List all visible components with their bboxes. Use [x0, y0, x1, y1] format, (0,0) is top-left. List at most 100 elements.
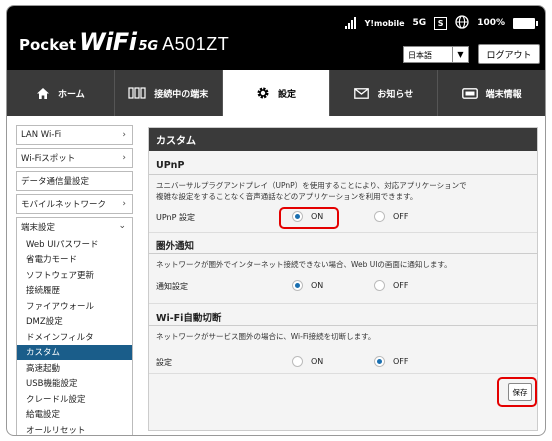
sidebar-subitem-webui-password[interactable]: Web UIパスワード [17, 236, 132, 252]
sidebar-subitem-dmz[interactable]: DMZ設定 [17, 314, 132, 330]
network-type: 5G [412, 18, 427, 28]
tab-notifications-label: お知らせ [377, 89, 414, 100]
section-description: ネットワークが圏外でインターネット接続できない場合、Web UIの画面に通知しま… [156, 260, 452, 269]
section-description: ネットワークがサービス圏外の場合に、Wi-Fi接続を切断します。 [156, 332, 376, 341]
sidebar-item-label: LAN Wi-Fi [21, 130, 62, 140]
highlight-box [279, 207, 339, 229]
tab-home[interactable]: ホーム [7, 70, 115, 116]
gear-icon [256, 86, 270, 100]
sidebar-item-label: Wi-Fiスポット [21, 154, 76, 164]
chevron-right-icon: › [122, 130, 126, 140]
logout-button[interactable]: ログアウト [478, 44, 540, 64]
upnp-setting-row: UPnP 設定 ON OFF [149, 207, 537, 229]
sidebar-subitem-custom[interactable]: カスタム [17, 344, 132, 360]
sidebar-item-label: データ通信量設定 [21, 177, 90, 187]
setting-label: UPnP 設定 [156, 213, 195, 222]
sidebar-subitem-connection-history[interactable]: 接続履歴 [17, 283, 132, 299]
notification-setting-row: 通知設定 ON OFF [149, 276, 537, 296]
section-heading: 圏外通知 [149, 236, 537, 254]
sidebar-subitem-power-supply[interactable]: 給電設定 [17, 407, 132, 423]
tab-settings-label: 設定 [277, 89, 296, 100]
battery-icon [513, 17, 538, 29]
chevron-right-icon: › [122, 199, 126, 209]
radio-label: OFF [393, 212, 409, 221]
sidebar-item-lan-wifi[interactable]: LAN Wi-Fi › [16, 125, 133, 145]
description-line: ユニバーサルプラグアンドプレイ（UPnP）を使用することにより、対応アプリケーシ… [156, 181, 467, 190]
sidebar-subitem-factory-reset[interactable]: オールリセット [17, 422, 132, 435]
tab-home-label: ホーム [58, 89, 85, 100]
chevron-down-icon: ▼ [452, 47, 468, 62]
sidebar-item-wifi-spot[interactable]: Wi-Fiスポット › [16, 148, 133, 168]
brand-pocket: Pocket [19, 36, 77, 54]
language-select[interactable]: 日本語 ▼ [403, 46, 469, 63]
description-line: 複雑な設定をすることなく音声通話などのアプリケーションを利用できます。 [156, 192, 418, 201]
page-title: カスタム [149, 128, 537, 151]
radio-label: ON [311, 281, 324, 290]
auto-disconnect-off-radio[interactable] [374, 356, 385, 367]
sidebar-item-data-usage[interactable]: データ通信量設定 [16, 171, 133, 191]
radio-label: ON [311, 357, 324, 366]
radio-label: ON [311, 212, 324, 221]
tab-connected-devices[interactable]: 接続中の端末 [115, 70, 223, 116]
sidebar-item-label: モバイルネットワーク [21, 200, 107, 210]
auto-disconnect-setting-row: 設定 ON OFF [149, 352, 537, 372]
notify-off-radio[interactable] [374, 280, 385, 291]
device-info-icon [461, 87, 478, 99]
sidebar-subitem-fast-boot[interactable]: 高速起動 [17, 360, 132, 376]
sidebar-subitem-power-saving[interactable]: 省電力モード [17, 252, 132, 268]
sidebar-subitem-usb-function[interactable]: USB機能設定 [17, 376, 132, 392]
signal-strength-icon [344, 17, 357, 29]
section-heading: Wi-Fi自動切断 [149, 308, 537, 326]
section-description: ユニバーサルプラグアンドプレイ（UPnP）を使用することにより、対応アプリケーシ… [149, 180, 537, 202]
header: Pocket WiFi 5G A501ZT Y!mobile 5G S 100% 日本… [7, 6, 545, 70]
section-out-of-area: 圏外通知 ネットワークが圏外でインターネット接続できない場合、Web UIの画面… [149, 236, 537, 291]
auto-disconnect-on-radio[interactable] [292, 356, 303, 367]
globe-icon [455, 14, 469, 32]
chevron-down-icon: ⌄ [118, 221, 126, 231]
sidebar-item-mobile-network[interactable]: モバイルネットワーク › [16, 194, 133, 214]
setting-label: 設定 [156, 358, 172, 367]
divider [149, 303, 537, 304]
sidebar-group-title[interactable]: 端末設定 ⌄ [17, 218, 132, 236]
carrier-name: Y!mobile [364, 18, 405, 28]
upnp-off-radio[interactable] [374, 211, 385, 222]
divider [149, 232, 537, 233]
tab-device-info-label: 端末情報 [485, 89, 522, 100]
devices-icon [128, 87, 146, 99]
tab-connected-devices-label: 接続中の端末 [154, 89, 209, 100]
sim-icon: S [434, 16, 448, 30]
tab-device-info[interactable]: 端末情報 [438, 70, 545, 116]
home-icon [36, 87, 50, 100]
mail-icon [354, 87, 370, 99]
sidebar-group-label: 端末設定 [21, 223, 56, 233]
sidebar-subitem-domain-filter[interactable]: ドメインフィルタ [17, 329, 132, 345]
sidebar: LAN Wi-Fi › Wi-Fiスポット › データ通信量設定 モバイルネット… [16, 125, 133, 435]
sidebar-subitem-cradle[interactable]: クレードル設定 [17, 391, 132, 407]
sidebar-subitem-firewall[interactable]: ファイアウォール [17, 298, 132, 314]
battery-level: 100% [477, 18, 505, 28]
sidebar-group-device-settings: 端末設定 ⌄ Web UIパスワード 省電力モード ソフトウェア更新 接続履歴 … [16, 217, 133, 435]
brand-5g: 5G [138, 39, 159, 54]
section-wifi-auto-disconnect: Wi-Fi自動切断 ネットワークがサービス圏外の場合に、Wi-Fi接続を切断しま… [149, 308, 537, 367]
radio-label: OFF [393, 281, 409, 290]
section-upnp: UPnP ユニバーサルプラグアンドプレイ（UPnP）を使用することにより、対応ア… [149, 157, 537, 229]
chevron-right-icon: › [122, 153, 126, 163]
brand-logo: Pocket WiFi 5G A501ZT [19, 28, 229, 56]
sidebar-subitem-software-update[interactable]: ソフトウェア更新 [17, 267, 132, 283]
tab-notifications[interactable]: お知らせ [330, 70, 439, 116]
upnp-on-radio[interactable] [292, 211, 303, 222]
app-frame: Pocket WiFi 5G A501ZT Y!mobile 5G S 100% 日本… [6, 5, 546, 436]
radio-label: OFF [393, 357, 409, 366]
model-name: A501ZT [162, 34, 230, 54]
language-value: 日本語 [408, 51, 432, 60]
setting-label: 通知設定 [156, 282, 188, 291]
main-panel: カスタム UPnP ユニバーサルプラグアンドプレイ（UPnP）を使用することによ… [148, 127, 538, 431]
tab-settings[interactable]: 設定 [222, 70, 331, 116]
main-nav: ホーム 接続中の端末 設定 お知らせ 端末情報 [7, 70, 545, 116]
save-button[interactable]: 保存 [508, 383, 532, 401]
divider [149, 373, 537, 374]
notify-on-radio[interactable] [292, 280, 303, 291]
section-heading: UPnP [149, 157, 537, 175]
brand-wifi: WiFi [79, 28, 137, 56]
status-bar: Y!mobile 5G S 100% [337, 14, 538, 32]
